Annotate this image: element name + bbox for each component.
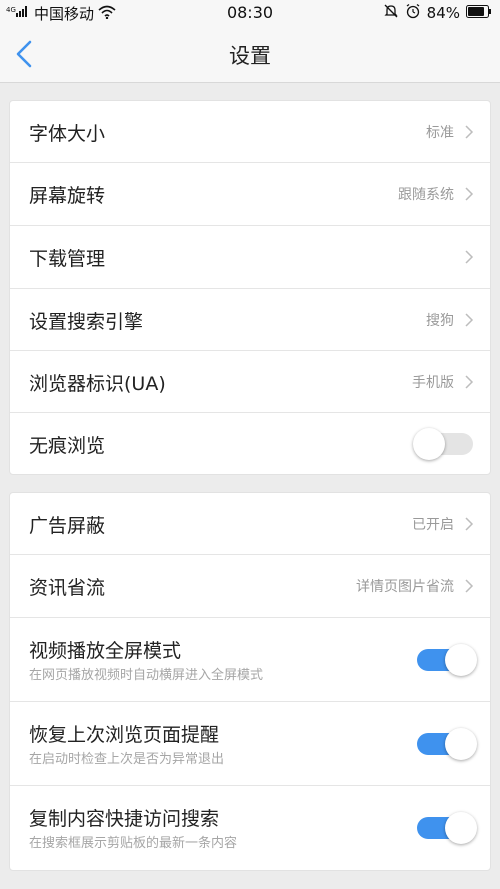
row-value: 详情页图片省流 <box>356 579 454 595</box>
chevron-right-icon <box>465 313 474 327</box>
row-restore-reminder: 恢复上次浏览页面提醒 在启动时检查上次是否为异常退出 <box>10 702 490 786</box>
row-incognito: 无痕浏览 <box>10 413 490 474</box>
battery-percent: 84% <box>426 4 460 22</box>
row-video-fullscreen: 视频播放全屏模式 在网页播放视频时自动横屏进入全屏模式 <box>10 618 490 702</box>
chevron-right-icon <box>465 517 474 531</box>
row-label: 下载管理 <box>29 248 106 270</box>
settings-group-content: 广告屏蔽 已开启 资讯省流 详情页图片省流 视频播放全屏模式 在网页播放视频时自… <box>9 492 491 871</box>
row-subtitle: 在搜索框展示剪贴板的最新一条内容 <box>29 836 238 851</box>
mute-bell-icon <box>383 3 399 23</box>
row-label: 字体大小 <box>29 123 106 145</box>
alarm-icon <box>405 3 421 23</box>
row-screen-rotation[interactable]: 屏幕旋转 跟随系统 <box>10 163 490 226</box>
row-value: 已开启 <box>412 517 454 533</box>
page-title: 设置 <box>229 44 271 68</box>
chevron-right-icon <box>465 375 474 389</box>
nav-bar: 设置 <box>0 26 500 83</box>
video-fullscreen-toggle[interactable] <box>417 644 477 676</box>
chevron-right-icon <box>465 250 474 264</box>
row-subtitle: 在网页播放视频时自动横屏进入全屏模式 <box>29 668 264 683</box>
row-label: 视频播放全屏模式 <box>29 640 182 662</box>
toggle-knob <box>445 728 477 760</box>
row-ad-block[interactable]: 广告屏蔽 已开启 <box>10 493 490 555</box>
row-label: 资讯省流 <box>29 577 106 599</box>
settings-group-general: 字体大小 标准 屏幕旋转 跟随系统 下载管理 设置搜索引擎 搜狗 浏览器标识(U… <box>9 100 491 475</box>
restore-reminder-toggle[interactable] <box>417 728 477 760</box>
row-label: 屏幕旋转 <box>29 185 106 207</box>
row-label: 浏览器标识(UA) <box>29 373 166 395</box>
row-label: 复制内容快捷访问搜索 <box>29 808 220 830</box>
row-value: 手机版 <box>412 375 454 391</box>
row-search-engine[interactable]: 设置搜索引擎 搜狗 <box>10 289 490 351</box>
row-value: 跟随系统 <box>398 187 454 203</box>
row-label: 广告屏蔽 <box>29 515 106 537</box>
toggle-knob <box>445 812 477 844</box>
back-arrow-icon <box>16 40 32 68</box>
row-label: 恢复上次浏览页面提醒 <box>29 724 220 746</box>
row-label: 无痕浏览 <box>29 435 106 457</box>
toggle-knob <box>413 428 445 460</box>
chevron-right-icon <box>465 125 474 139</box>
row-font-size[interactable]: 字体大小 标准 <box>10 101 490 163</box>
row-subtitle: 在启动时检查上次是否为异常退出 <box>29 752 225 767</box>
toggle-knob <box>445 644 477 676</box>
row-clipboard-search: 复制内容快捷访问搜索 在搜索框展示剪贴板的最新一条内容 <box>10 786 490 870</box>
status-right: 84% <box>383 3 492 23</box>
battery-icon <box>466 4 492 22</box>
back-button[interactable] <box>12 38 40 70</box>
chevron-right-icon <box>465 579 474 593</box>
row-user-agent[interactable]: 浏览器标识(UA) 手机版 <box>10 351 490 413</box>
row-download-manager[interactable]: 下载管理 <box>10 226 490 289</box>
clipboard-search-toggle[interactable] <box>417 812 477 844</box>
row-value: 标准 <box>426 125 454 141</box>
row-value: 搜狗 <box>426 313 454 329</box>
chevron-right-icon <box>465 187 474 201</box>
incognito-toggle[interactable] <box>413 428 473 460</box>
row-label: 设置搜索引擎 <box>29 311 144 333</box>
status-bar: 4G 中国移动 08:30 84% <box>0 0 500 26</box>
row-data-saver[interactable]: 资讯省流 详情页图片省流 <box>10 555 490 618</box>
